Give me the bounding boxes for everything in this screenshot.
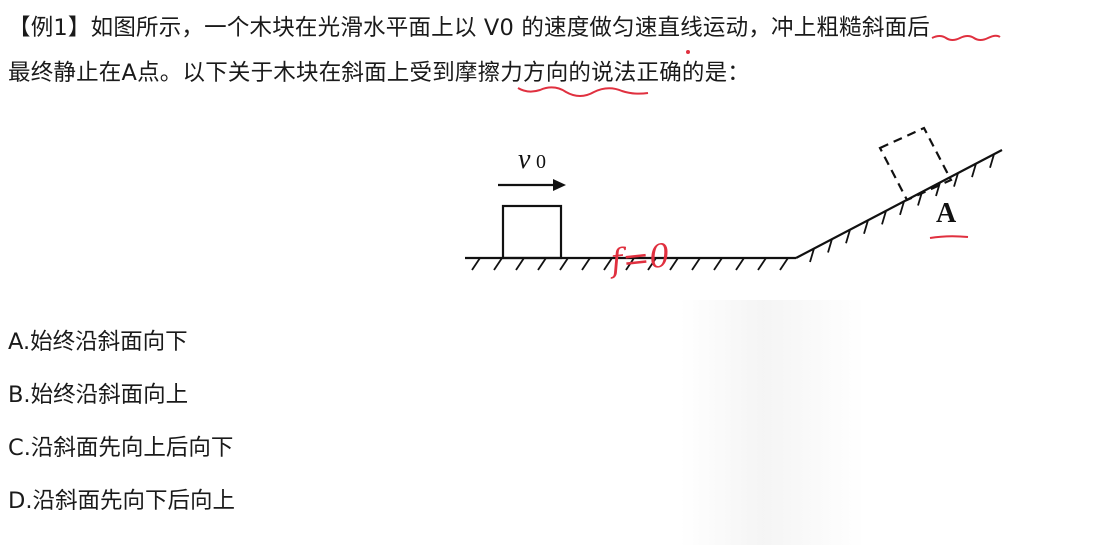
question-line-1: 【例1】如图所示，一个木块在光滑水平面上以 V0 的速度做匀速直线运动，冲上粗糙…	[8, 15, 930, 41]
velocity-label: v	[518, 144, 531, 175]
dashed-block-final-position	[878, 126, 953, 202]
underline-rough	[931, 34, 1001, 41]
incline-hatching	[809, 153, 995, 263]
option-c[interactable]: C.沿斜面先向上后向下	[8, 428, 235, 481]
screen-glare	[680, 300, 865, 545]
option-a[interactable]: A.始终沿斜面向下	[8, 322, 235, 375]
velocity-subscript: 0	[536, 151, 546, 173]
physics-diagram: v 0 A	[465, 126, 1003, 271]
answer-options: A.始终沿斜面向下 B.始终沿斜面向上 C.沿斜面先向上后向下 D.沿斜面先向下…	[8, 322, 235, 534]
point-a-label: A	[936, 198, 957, 229]
option-d[interactable]: D.沿斜面先向下后向上	[8, 481, 235, 534]
ground-hatching	[471, 257, 789, 271]
velocity-arrow	[498, 179, 566, 191]
wooden-block	[501, 204, 563, 260]
incline-line	[795, 149, 1003, 259]
option-b[interactable]: B.始终沿斜面向上	[8, 375, 235, 428]
question-line-2: 最终静止在A点。以下关于木块在斜面上受到摩擦力方向的说法正确的是：	[8, 60, 750, 86]
